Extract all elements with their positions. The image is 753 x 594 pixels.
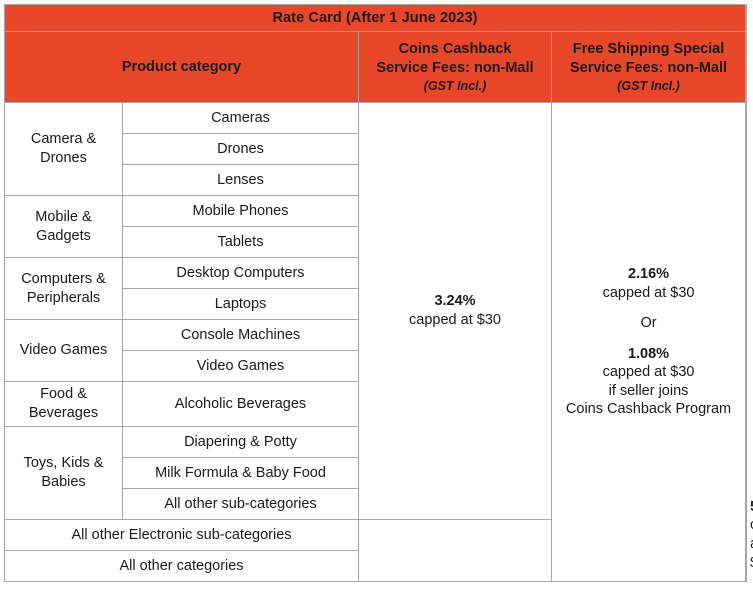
subcategory-laptops: Laptops: [122, 288, 359, 320]
subcategory-lenses: Lenses: [122, 164, 359, 196]
subcategory-diapering-potty: Diapering & Potty: [122, 426, 359, 458]
row-all-other-categories: All other categories: [4, 550, 359, 582]
column-header-product-category: Product category: [4, 31, 359, 103]
group-camera-drones: Camera & Drones: [4, 102, 123, 196]
free-shipping-fee: 2.16% capped at $30 Or 1.08% capped at $…: [550, 102, 747, 582]
group-toys-kids-babies: Toys, Kids & Babies: [4, 426, 123, 520]
coins-cashback-fee-upper: 3.24% capped at $30: [358, 102, 552, 520]
subcategory-video-games: Video Games: [122, 350, 359, 382]
table-title-row: Rate Card (After 1 June 2023): [3, 4, 747, 32]
free-shipping-line1: Free Shipping Special: [572, 41, 725, 58]
subcategory-milk-formula-baby-food: Milk Formula & Baby Food: [122, 457, 359, 489]
free-shipping-percent-b: 1.08%: [627, 345, 670, 362]
subcategory-alcoholic-beverages: Alcoholic Beverages: [122, 381, 359, 427]
group-computers-peripherals: Computers & Peripherals: [4, 257, 123, 320]
rate-card-table: Rate Card (After 1 June 2023) Product ca…: [3, 4, 753, 582]
table-header-row: Product category Coins Cashback Service …: [4, 31, 747, 103]
column-header-coins-cashback: Coins Cashback Service Fees: non-Mall (G…: [358, 31, 552, 103]
subcategory-drones: Drones: [122, 133, 359, 165]
free-shipping-condition-2: Coins Cashback Program: [565, 401, 732, 418]
row-all-other-electronic-sub-categories: All other Electronic sub-categories: [4, 519, 359, 551]
column-header-free-shipping: Free Shipping Special Service Fees: non-…: [550, 31, 747, 103]
table-title: Rate Card (After 1 June 2023): [3, 4, 747, 32]
group-mobile-gadgets: Mobile & Gadgets: [4, 195, 123, 258]
free-shipping-condition-1: if seller joins: [608, 382, 689, 399]
free-shipping-cap-a: capped at $30: [602, 284, 695, 301]
table-row: Camera & Drones Cameras 3.24% capped at $…: [4, 102, 747, 582]
coins-cashback-line1: Coins Cashback: [398, 41, 512, 58]
free-shipping-spacer-2: [556, 333, 741, 345]
group-food-beverages: Food & Beverages: [4, 381, 123, 427]
coins-cashback-gst-note: (GST Incl.): [423, 78, 487, 93]
free-shipping-spacer: [556, 302, 741, 314]
subcategory-console-machines: Console Machines: [122, 319, 359, 351]
coins-cashback-fee-lower: 5.40% capped at $30: [745, 488, 753, 582]
coins-cashback-line2: Service Fees: non-Mall: [376, 60, 534, 76]
subcategory-mobile-phones: Mobile Phones: [122, 195, 359, 227]
free-shipping-percent-a: 2.16%: [627, 266, 670, 283]
subcategory-cameras: Cameras: [122, 102, 359, 134]
group-video-games: Video Games: [4, 319, 123, 382]
subcategory-all-other-sub-categories: All other sub-categories: [122, 488, 359, 520]
free-shipping-connector: Or: [640, 315, 657, 332]
subcategory-tablets: Tablets: [122, 226, 359, 258]
subcategory-desktop-computers: Desktop Computers: [122, 257, 359, 289]
coins-cashback-cap-upper: capped at $30: [409, 312, 501, 328]
free-shipping-line2: Service Fees: non-Mall: [569, 60, 728, 76]
coins-cashback-percent-upper: 3.24%: [434, 293, 476, 310]
free-shipping-cap-b: capped at $30: [602, 364, 695, 381]
free-shipping-gst-note: (GST Incl.): [617, 78, 680, 93]
rate-card-page: Rate Card (After 1 June 2023) Product ca…: [0, 0, 753, 594]
